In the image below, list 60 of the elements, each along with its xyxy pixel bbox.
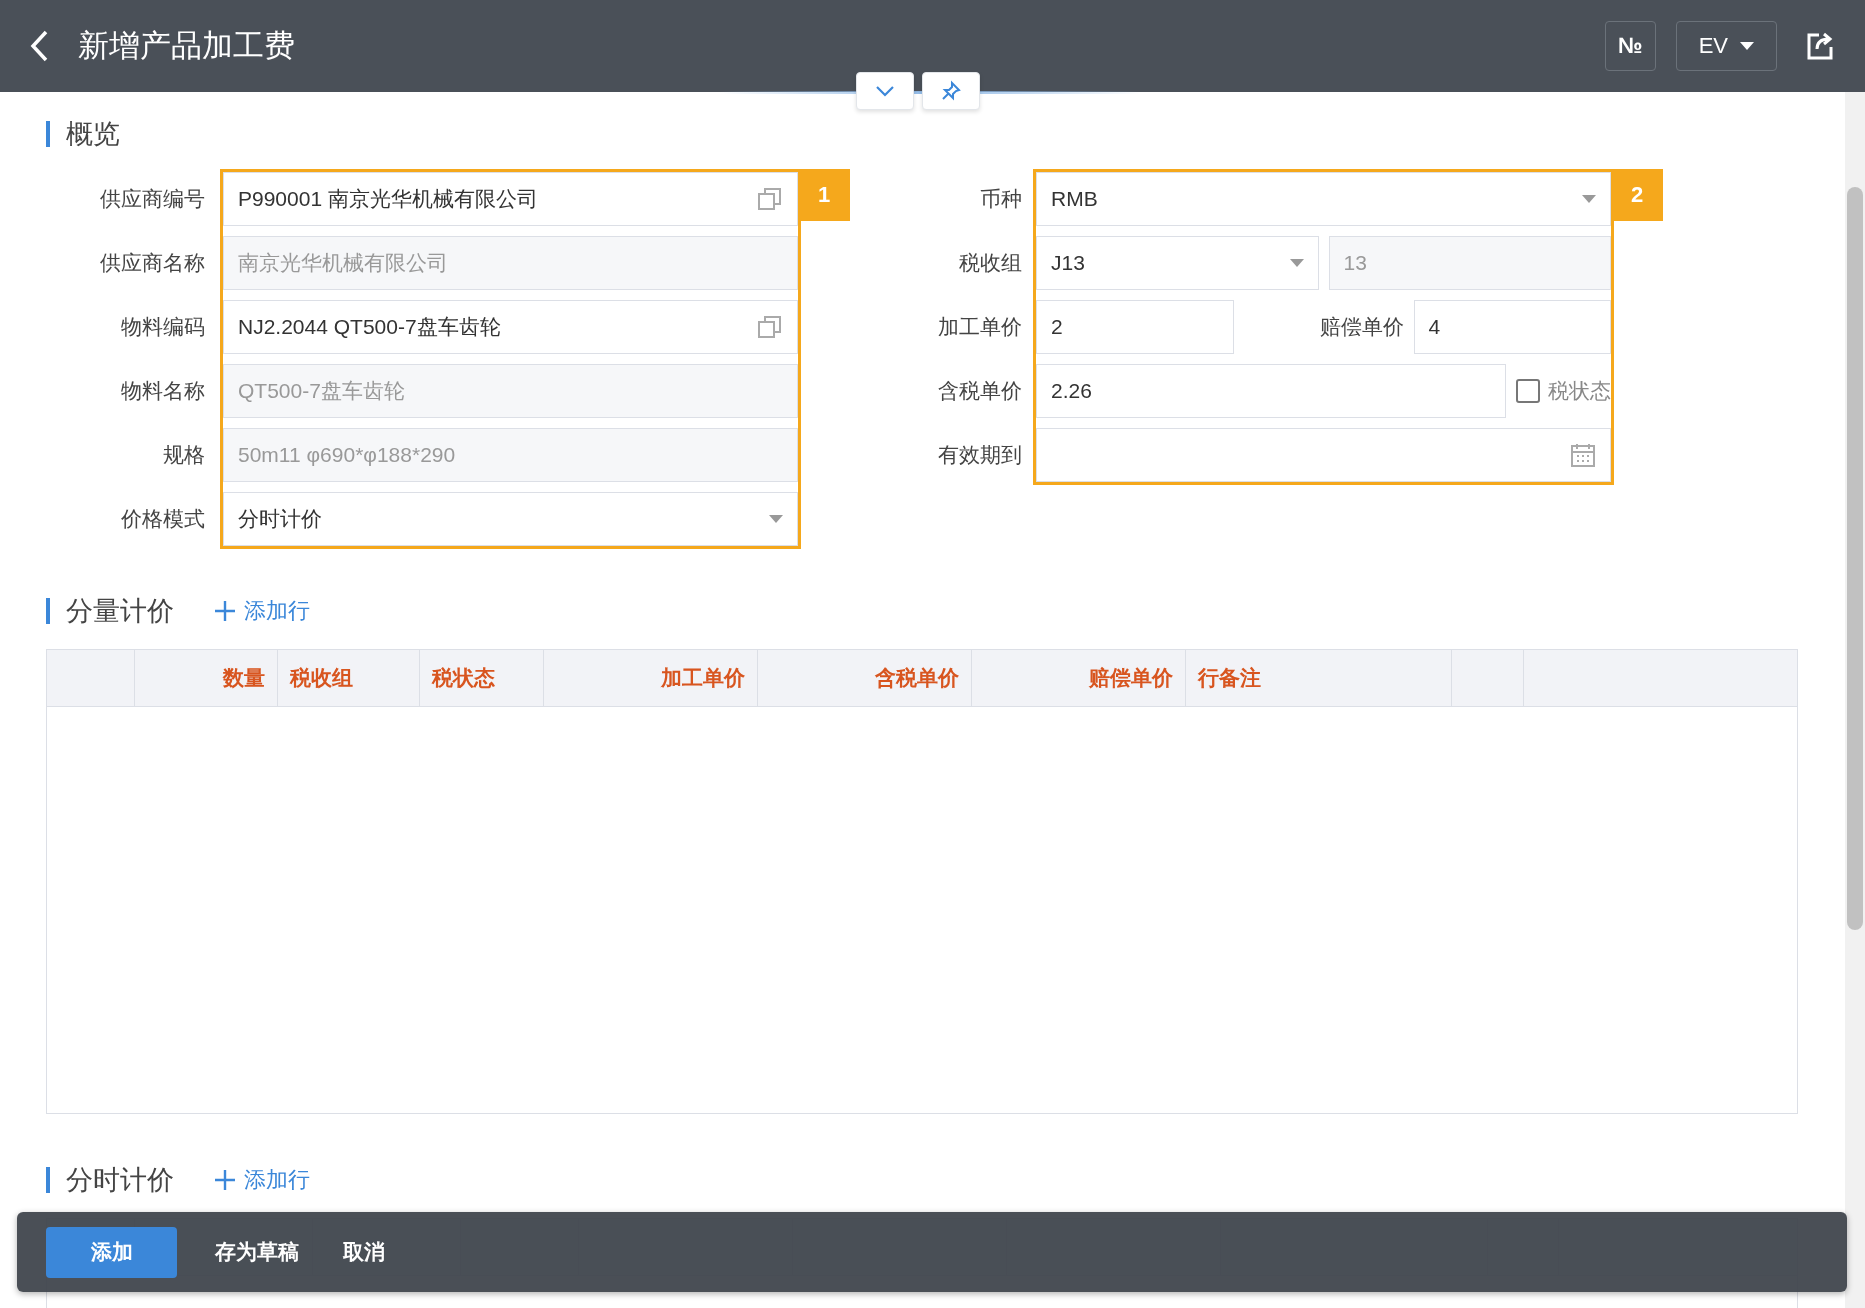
collapse-button[interactable]	[855, 72, 914, 110]
select-field[interactable]: J13	[1036, 236, 1319, 290]
column-header: 税收组	[289, 665, 353, 691]
select-field[interactable]: RMB	[1036, 172, 1611, 226]
caret-icon	[1582, 195, 1596, 203]
column-header: 加工单价	[661, 665, 746, 691]
section-title: 分量计价	[66, 595, 174, 628]
action-button[interactable]: 取消	[323, 1226, 405, 1278]
number-badge: 1	[798, 169, 850, 221]
input-field: 南京光华机械有限公司	[223, 236, 798, 290]
caret-icon	[769, 515, 783, 523]
copy-icon[interactable]	[757, 186, 783, 212]
column-header: 数量	[222, 665, 265, 691]
caret-icon	[1289, 259, 1304, 267]
export-icon[interactable]	[1805, 31, 1835, 61]
input-field: QT500-7盘车齿轮	[223, 364, 798, 418]
section-title: 分时计价	[66, 1164, 174, 1197]
caret-icon	[1740, 42, 1754, 50]
field-label: 物料编码	[121, 314, 205, 340]
column-header: 含税单价	[874, 665, 959, 691]
field-label: 有效期到	[938, 442, 1022, 468]
input-field[interactable]: P990001 南京光华机械有限公司	[223, 172, 798, 226]
input-field[interactable]: 2	[1036, 300, 1234, 354]
field-label: 供应商编号	[100, 186, 205, 212]
language-dropdown[interactable]: EV	[1675, 21, 1777, 71]
select-field[interactable]: 分时计价	[223, 492, 798, 546]
field-label: 税收组	[959, 250, 1022, 276]
pin-button[interactable]	[921, 72, 980, 110]
add-row-link[interactable]: 添加行	[214, 1165, 310, 1195]
field-label: 赔偿单价	[1318, 314, 1404, 340]
column-header: 税状态	[431, 665, 495, 691]
field-label: 物料名称	[121, 378, 205, 404]
input-field[interactable]: 4	[1413, 300, 1611, 354]
back-icon[interactable]	[28, 29, 50, 63]
action-button[interactable]: 存为草稿	[195, 1226, 319, 1278]
input-field: 50m11 φ690*φ188*290	[223, 428, 798, 482]
field-label: 价格模式	[121, 506, 205, 532]
copy-icon[interactable]	[757, 314, 783, 340]
scrollbar-thumb[interactable]	[1847, 187, 1863, 930]
checkbox[interactable]: 税状态	[1516, 377, 1611, 405]
section-title: 概览	[66, 118, 120, 151]
plus-icon	[214, 600, 236, 622]
column-header: 赔偿单价	[1088, 665, 1173, 691]
field-label: 加工单价	[938, 314, 1022, 340]
page-title: 新增产品加工费	[78, 27, 296, 65]
date-field[interactable]	[1036, 428, 1611, 482]
field-label: 规格	[163, 442, 205, 468]
field-label: 供应商名称	[100, 250, 205, 276]
calendar-icon[interactable]	[1570, 442, 1596, 468]
input-field: 13	[1328, 236, 1611, 290]
plus-icon	[214, 1169, 236, 1191]
field-label: 币种	[980, 186, 1022, 212]
column-header: 行备注	[1197, 665, 1261, 691]
field-label: 含税单价	[938, 378, 1022, 404]
action-button[interactable]: 添加	[46, 1226, 177, 1278]
number-button[interactable]: №	[1605, 21, 1656, 71]
add-row-link[interactable]: 添加行	[214, 596, 310, 626]
input-field[interactable]: 2.26	[1036, 364, 1506, 418]
number-badge: 2	[1611, 169, 1663, 221]
input-field[interactable]: NJ2.2044 QT500-7盘车齿轮	[223, 300, 798, 354]
